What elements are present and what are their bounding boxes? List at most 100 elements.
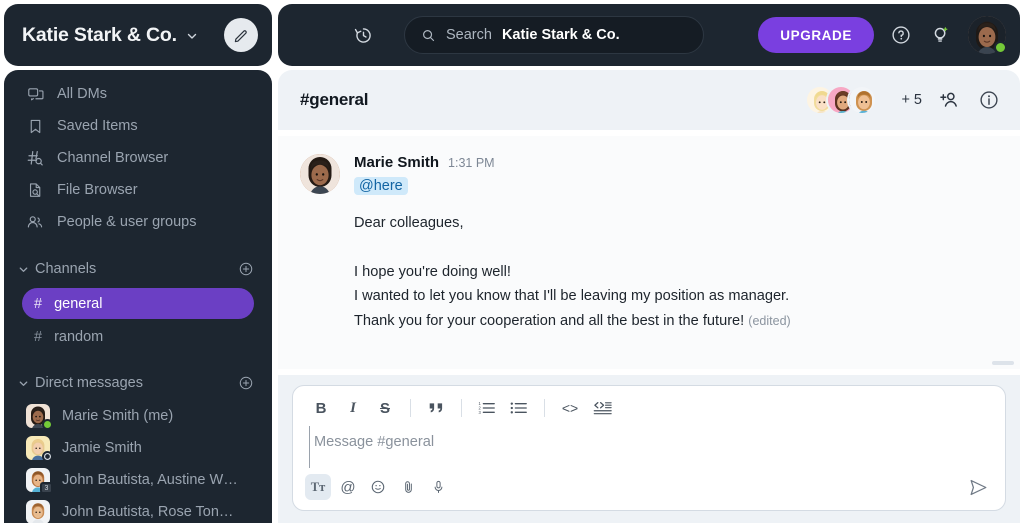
help-button[interactable] bbox=[888, 22, 914, 48]
attachment-button[interactable] bbox=[395, 474, 421, 500]
sidebar-item-file-browser[interactable]: File Browser bbox=[4, 174, 272, 206]
chevron-down-icon bbox=[18, 378, 29, 389]
ideas-button[interactable] bbox=[928, 22, 954, 48]
search-icon bbox=[421, 28, 436, 43]
direct-messages-section-header[interactable]: Direct messages bbox=[4, 366, 272, 400]
quote-button[interactable] bbox=[422, 395, 450, 421]
add-direct-message-button[interactable] bbox=[238, 375, 254, 391]
hash-search-icon bbox=[26, 149, 44, 167]
strikethrough-button[interactable]: S bbox=[371, 395, 399, 421]
message-line: I wanted to let you know that I'll be le… bbox=[354, 288, 790, 304]
history-button[interactable] bbox=[346, 18, 380, 52]
dm-label: Jamie Smith bbox=[62, 440, 142, 456]
message-line-text: Thank you for your cooperation and all t… bbox=[354, 312, 745, 329]
sidebar-item-channel-general[interactable]: # general bbox=[22, 288, 254, 319]
unread-count-badge: 3 bbox=[40, 482, 53, 494]
sidebar-item-channel-random[interactable]: # random bbox=[22, 321, 254, 352]
svg-text:3: 3 bbox=[478, 410, 481, 415]
sidebar-item-label: Saved Items bbox=[57, 118, 138, 134]
ordered-list-button[interactable]: 1 2 3 bbox=[473, 395, 501, 421]
toolbar-divider bbox=[410, 399, 411, 417]
people-icon bbox=[26, 213, 44, 231]
code-block-icon bbox=[593, 400, 612, 417]
mention-here[interactable]: @here bbox=[354, 177, 408, 195]
compose-message-button[interactable] bbox=[224, 18, 258, 52]
sidebar-item-label: File Browser bbox=[57, 182, 138, 198]
workspace-switcher[interactable]: Katie Stark & Co. bbox=[4, 4, 272, 66]
microphone-button[interactable] bbox=[425, 474, 451, 500]
message-text: Dear colleagues, I hope you're doing wel… bbox=[354, 211, 998, 333]
channel-label: random bbox=[54, 328, 104, 345]
avatar[interactable] bbox=[968, 16, 1007, 54]
mention-button[interactable]: @ bbox=[335, 474, 361, 500]
status-badge-away bbox=[42, 451, 53, 462]
sidebar: All DMs Saved Items Channel Browser File… bbox=[4, 70, 272, 523]
sidebar-item-all-dms[interactable]: All DMs bbox=[4, 78, 272, 110]
sidebar-item-dm-group-rose[interactable]: John Bautista, Rose Ton… bbox=[4, 496, 272, 523]
top-navigation-bar: Search Katie Stark & Co. UPGRADE bbox=[278, 4, 1020, 66]
code-button[interactable]: <> bbox=[556, 395, 584, 421]
sidebar-item-saved-items[interactable]: Saved Items bbox=[4, 110, 272, 142]
search-input[interactable]: Search Katie Stark & Co. bbox=[404, 16, 704, 54]
channels-section-header[interactable]: Channels bbox=[4, 252, 272, 286]
sidebar-item-dm-group-austine[interactable]: 3 John Bautista, Austine W… bbox=[4, 464, 272, 496]
composer-footer: Tᴛ @ bbox=[293, 468, 1005, 510]
emoji-button[interactable] bbox=[365, 474, 391, 500]
sidebar-item-dm-jamie-smith[interactable]: Jamie Smith bbox=[4, 432, 272, 464]
add-channel-button[interactable] bbox=[238, 261, 254, 277]
sidebar-item-people-and-user-groups[interactable]: People & user groups bbox=[4, 206, 272, 238]
message-list: Marie Smith 1:31 PM @here Dear colleague… bbox=[278, 136, 1020, 369]
body-row: All DMs Saved Items Channel Browser File… bbox=[0, 66, 1024, 523]
text-format-button[interactable]: Tᴛ bbox=[305, 474, 331, 500]
channel-header-actions: + 5 bbox=[805, 85, 1002, 115]
attachment-icon bbox=[401, 479, 416, 495]
message-input[interactable]: Message #general bbox=[309, 426, 450, 468]
dm-label: Marie Smith (me) bbox=[62, 408, 174, 424]
pencil-icon bbox=[233, 27, 250, 44]
avatar bbox=[26, 404, 53, 430]
send-button[interactable] bbox=[963, 474, 993, 500]
ordered-list-icon: 1 2 3 bbox=[478, 400, 496, 416]
bold-button[interactable]: B bbox=[307, 395, 335, 421]
message-line: I hope you're doing well! bbox=[354, 263, 511, 280]
bullet-list-button[interactable] bbox=[505, 395, 533, 421]
edited-label: (edited) bbox=[748, 313, 791, 328]
sidebar-item-channel-browser[interactable]: Channel Browser bbox=[4, 142, 272, 174]
member-avatar-stack[interactable] bbox=[805, 85, 878, 115]
channel-label: general bbox=[54, 295, 103, 312]
sidebar-item-label: Channel Browser bbox=[57, 150, 169, 166]
main-panel: #general + 5 Marie Smith 1:31 PM @here D… bbox=[278, 70, 1020, 523]
add-member-button[interactable] bbox=[936, 87, 962, 113]
message-header: Marie Smith 1:31 PM bbox=[354, 154, 998, 171]
message-body: Marie Smith 1:31 PM @here Dear colleague… bbox=[354, 154, 998, 333]
dm-label: John Bautista, Rose Ton… bbox=[62, 504, 234, 520]
hash-icon: # bbox=[34, 295, 43, 312]
upgrade-button[interactable]: UPGRADE bbox=[758, 17, 874, 53]
chevron-down-icon bbox=[186, 30, 198, 42]
send-arrow-icon bbox=[969, 479, 988, 496]
composer-area: B I S 1 2 3 <> Message #general Tᴛ @ bbox=[278, 375, 1020, 523]
bullet-list-icon bbox=[510, 400, 528, 416]
italic-button[interactable]: I bbox=[339, 395, 367, 421]
channels-section-label: Channels bbox=[35, 261, 97, 277]
message-author[interactable]: Marie Smith bbox=[354, 154, 439, 171]
sidebar-item-label: All DMs bbox=[57, 86, 107, 102]
status-badge bbox=[994, 41, 1007, 54]
add-person-icon bbox=[938, 89, 960, 111]
channel-info-button[interactable] bbox=[976, 87, 1002, 113]
sidebar-item-label: People & user groups bbox=[57, 214, 197, 230]
sidebar-item-dm-marie-smith[interactable]: Marie Smith (me) bbox=[4, 400, 272, 432]
dm-avatar-image bbox=[26, 500, 50, 523]
message-timestamp: 1:31 PM bbox=[448, 156, 495, 170]
top-row: Katie Stark & Co. Search Katie Stark & C… bbox=[0, 0, 1024, 66]
dm-label: John Bautista, Austine W… bbox=[62, 472, 238, 488]
toolbar-divider bbox=[461, 399, 462, 417]
message-composer: B I S 1 2 3 <> Message #general Tᴛ @ bbox=[292, 385, 1006, 511]
toolbar-divider bbox=[544, 399, 545, 417]
member-overflow-count[interactable]: + 5 bbox=[901, 92, 922, 108]
microphone-icon bbox=[431, 479, 446, 495]
scrollbar[interactable] bbox=[992, 361, 1014, 365]
code-block-button[interactable] bbox=[588, 395, 616, 421]
avatar[interactable] bbox=[300, 154, 340, 194]
member-avatar bbox=[847, 85, 878, 115]
